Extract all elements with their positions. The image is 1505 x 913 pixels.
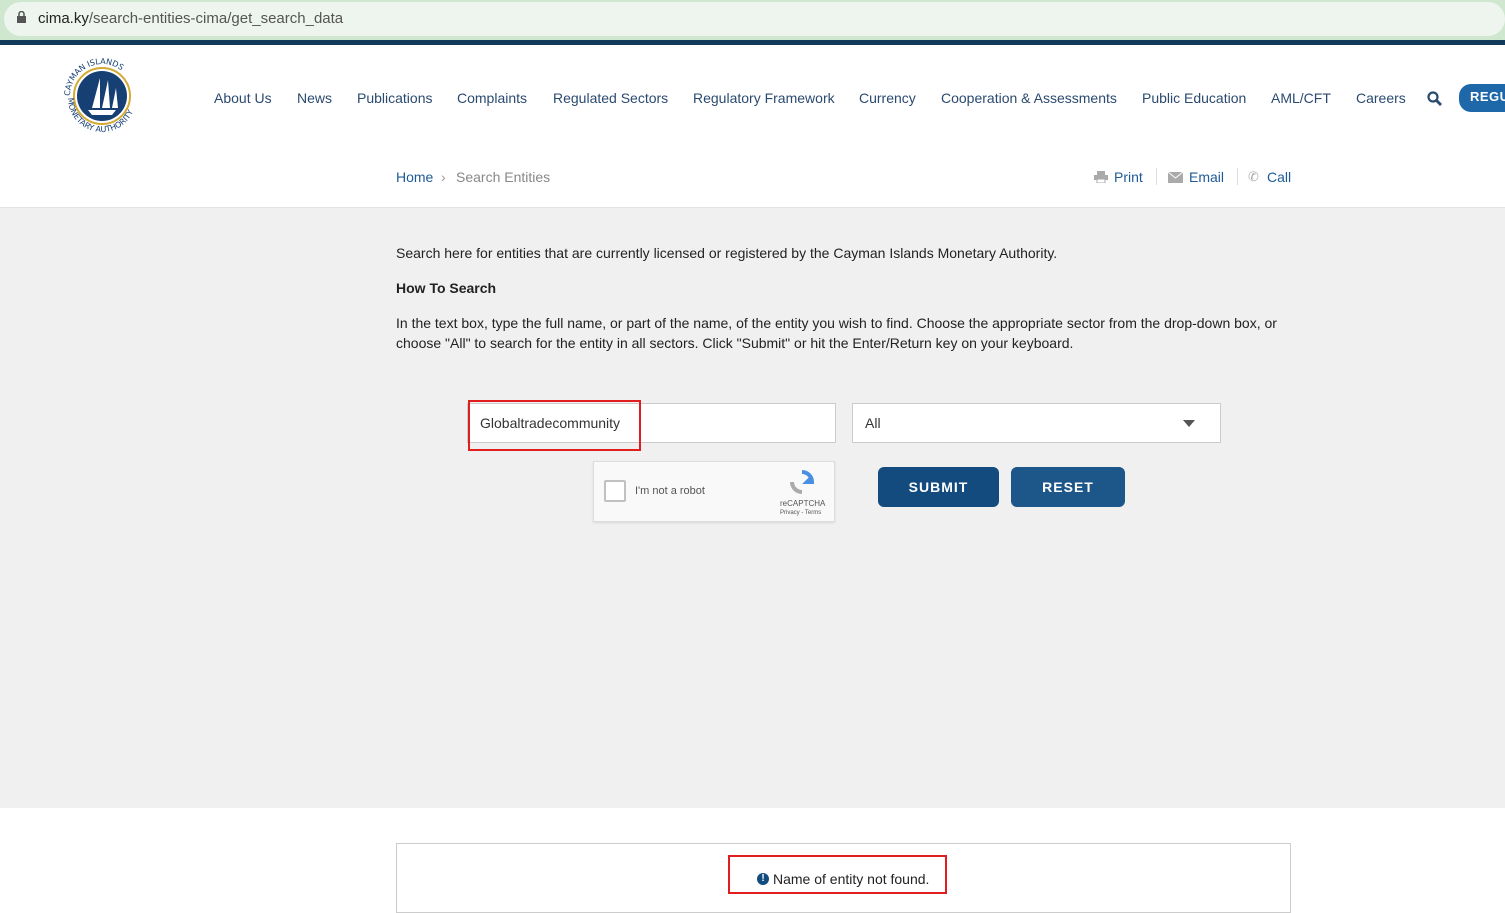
nav-complaints[interactable]: Complaints [457, 90, 527, 106]
cima-logo[interactable]: CAYMAN ISLANDS MONETARY AUTHORITY [58, 52, 146, 140]
info-icon: ! [757, 873, 769, 885]
url-path: /search-entities-cima/get_search_data [88, 10, 344, 27]
not-found-text: Name of entity not found. [773, 871, 930, 887]
divider [1156, 168, 1157, 185]
breadcrumb-home[interactable]: Home [396, 169, 433, 185]
nav-public-education[interactable]: Public Education [1142, 90, 1246, 106]
recaptcha-icon [790, 470, 814, 494]
regulated-entities-button[interactable]: REGU [1459, 84, 1505, 112]
lock-icon [17, 11, 26, 23]
intro-text: Search here for entities that are curren… [396, 245, 1058, 261]
nav-news[interactable]: News [297, 90, 332, 106]
top-stripe [0, 40, 1505, 45]
highlight-box [468, 400, 641, 451]
print-icon [1094, 171, 1108, 183]
breadcrumb-current: Search Entities [456, 169, 551, 185]
call-link[interactable]: Call [1267, 169, 1291, 185]
nav-careers[interactable]: Careers [1356, 90, 1406, 106]
chevron-down-icon [1183, 420, 1195, 427]
nav-currency[interactable]: Currency [859, 90, 916, 106]
nav-regulatory-framework[interactable]: Regulatory Framework [693, 90, 835, 106]
nav-aml-cft[interactable]: AML/CFT [1271, 90, 1331, 106]
how-to-search-heading: How To Search [396, 280, 497, 296]
url-host: cima.ky [38, 10, 89, 27]
email-icon [1168, 172, 1183, 183]
divider [1237, 168, 1238, 185]
recaptcha-widget: I'm not a robot reCAPTCHA Privacy - Term… [593, 461, 835, 522]
submit-button[interactable]: SUBMIT [878, 467, 999, 507]
reset-button[interactable]: RESET [1011, 467, 1125, 507]
nav-regulated-sectors[interactable]: Regulated Sectors [553, 90, 668, 106]
nav-cooperation[interactable]: Cooperation & Assessments [941, 90, 1117, 106]
nav-publications[interactable]: Publications [357, 90, 433, 106]
sector-value: All [865, 415, 881, 431]
breadcrumb-chevron-icon: › [441, 169, 446, 185]
print-link[interactable]: Print [1114, 169, 1143, 185]
nav-about-us[interactable]: About Us [214, 90, 272, 106]
email-link[interactable]: Email [1189, 169, 1224, 185]
how-to-search-text: In the text box, type the full name, or … [396, 315, 1277, 351]
not-found-message: ! Name of entity not found. [757, 871, 929, 887]
url-text[interactable]: cima.ky/search-entities-cima/get_search_… [38, 10, 343, 27]
recaptcha-label: I'm not a robot [635, 485, 705, 497]
recaptcha-checkbox[interactable] [604, 480, 626, 502]
recaptcha-brand: reCAPTCHA [780, 499, 826, 508]
search-icon[interactable] [1427, 91, 1443, 107]
recaptcha-links[interactable]: Privacy - Terms [780, 510, 821, 516]
sector-select[interactable]: All [852, 403, 1221, 443]
phone-icon: ✆ [1248, 169, 1259, 184]
